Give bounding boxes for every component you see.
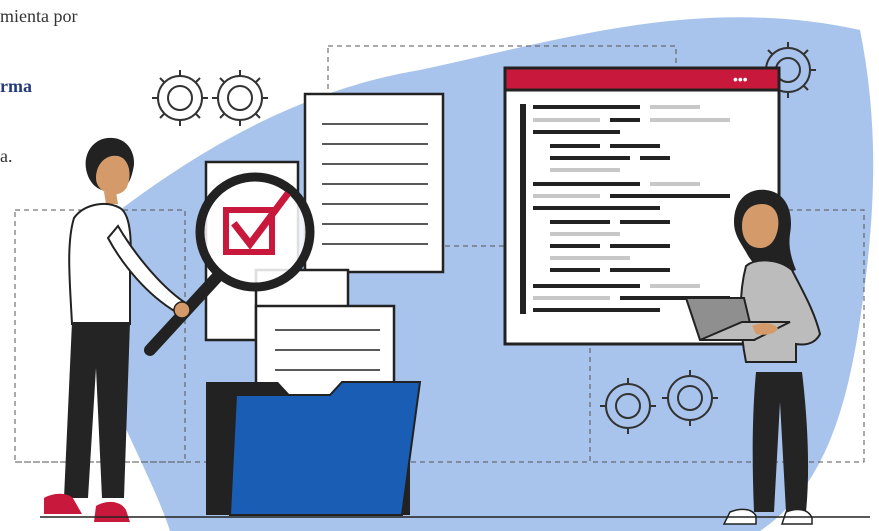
gear-icon	[152, 70, 268, 126]
folder-icon	[206, 381, 422, 516]
window-dots: •••	[733, 71, 748, 87]
illustration-scene: •••	[14, 17, 874, 531]
